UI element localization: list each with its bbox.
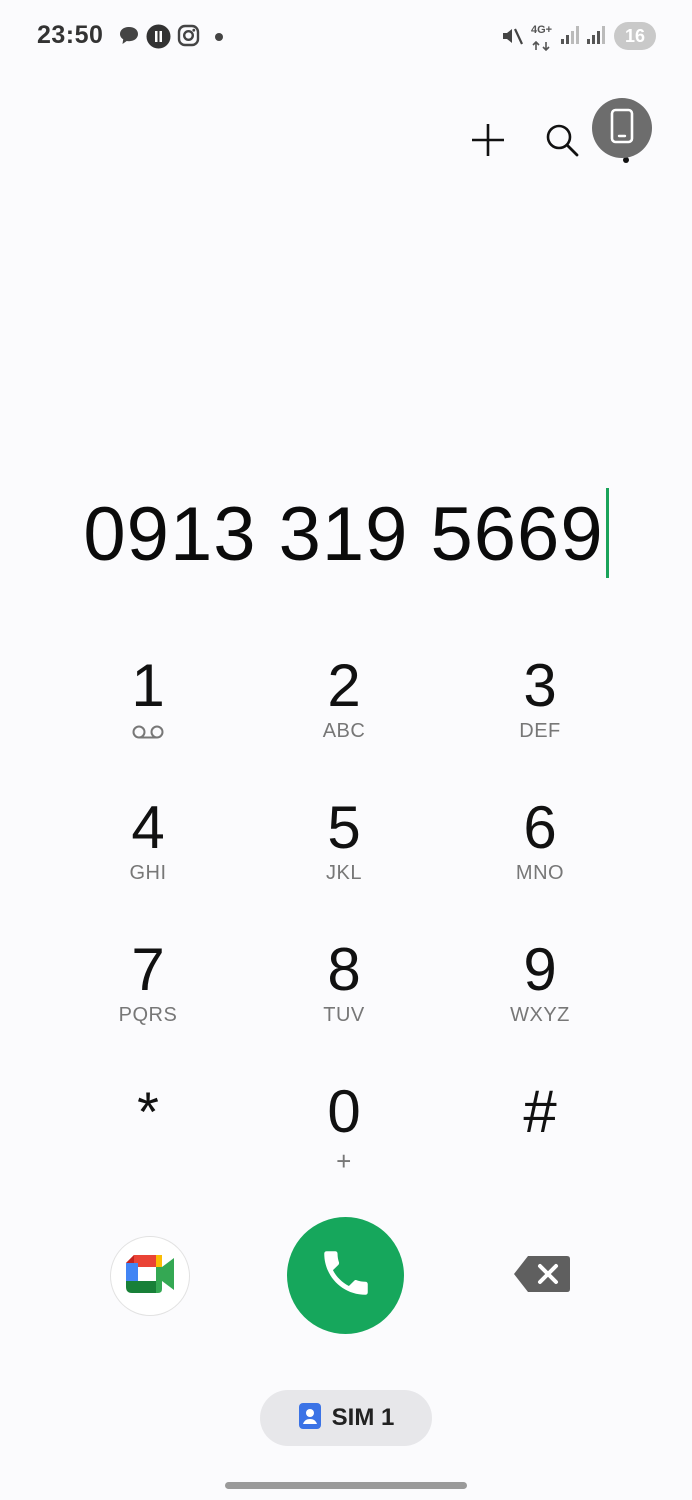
key-digit: 6 [523,794,557,861]
key-digit: 4 [131,794,165,861]
network-type: 4G+ [531,24,553,36]
app-notification-icon [146,24,171,54]
voicemail-icon [132,724,164,745]
key-digit: 9 [523,936,557,1003]
key-letters: ABC [322,720,366,742]
sim-label: SIM 1 [331,1404,395,1431]
vibrate-silent-icon [500,24,524,53]
sim-selector[interactable]: SIM 1 [260,1390,432,1446]
key-letters: JKL [326,862,362,884]
chat-icon [117,24,141,53]
key-4[interactable]: 4 GHI [50,790,246,932]
text-cursor [605,488,609,578]
key-3[interactable]: 3 DEF [442,648,638,790]
key-letters: PQRS [118,1004,178,1026]
more-notifications-dot [215,33,223,41]
key-7[interactable]: 7 PQRS [50,932,246,1074]
key-digit: 1 [131,652,165,719]
dialed-number: 0913 319 5669 [83,492,604,577]
signal-sim2-icon [585,24,607,51]
battery-indicator: 16 [614,22,656,50]
key-letters: TUV [323,1004,365,1026]
key-digit: 5 [327,794,361,861]
key-star[interactable]: * [50,1074,246,1216]
data-arrows-icon [531,38,553,56]
backspace-icon [512,1254,572,1299]
key-letters: + [336,1146,352,1176]
phone-call-icon [317,1244,375,1307]
floating-phone-button[interactable] [592,98,652,158]
google-meet-icon [124,1253,176,1300]
signal-sim1-icon [559,24,581,51]
call-button[interactable] [287,1217,404,1334]
add-contact-button[interactable] [458,112,518,172]
key-digit: 2 [327,652,361,719]
status-time: 23:50 [37,21,104,49]
key-digit: * [137,1080,159,1143]
key-digit: 3 [523,652,557,719]
dialer-screen: 23:50 4G+ 16 0913 319 5669 1 2 ABC 3 DEF… [0,0,692,1500]
key-digit: 8 [327,936,361,1003]
key-hash[interactable]: # [442,1074,638,1216]
key-letters: MNO [515,862,565,884]
key-letters: DEF [519,720,561,742]
key-9[interactable]: 9 WXYZ [442,932,638,1074]
phone-device-icon [609,108,635,149]
search-button[interactable] [532,112,592,172]
key-digit: 0 [327,1078,361,1145]
instagram-icon [177,24,200,52]
status-bar: 23:50 4G+ 16 [0,0,692,72]
video-call-button[interactable] [110,1236,190,1316]
dial-keypad: 1 2 ABC 3 DEF 4 GHI 5 JKL 6 MNO 7 PQRS 8… [50,648,640,1216]
contact-card-icon [298,1402,322,1435]
search-icon [544,122,580,163]
key-6[interactable]: 6 MNO [442,790,638,932]
home-indicator[interactable] [225,1482,467,1489]
number-display[interactable]: 0913 319 5669 [0,480,692,590]
plus-icon [470,122,506,163]
key-digit: # [523,1078,557,1145]
key-8[interactable]: 8 TUV [246,932,442,1074]
key-digit: 7 [131,936,165,1003]
backspace-button[interactable] [506,1250,578,1302]
key-0[interactable]: 0 + [246,1074,442,1216]
key-2[interactable]: 2 ABC [246,648,442,790]
key-letters: WXYZ [510,1004,570,1026]
key-letters: GHI [129,862,167,884]
key-5[interactable]: 5 JKL [246,790,442,932]
key-1[interactable]: 1 [50,648,246,790]
